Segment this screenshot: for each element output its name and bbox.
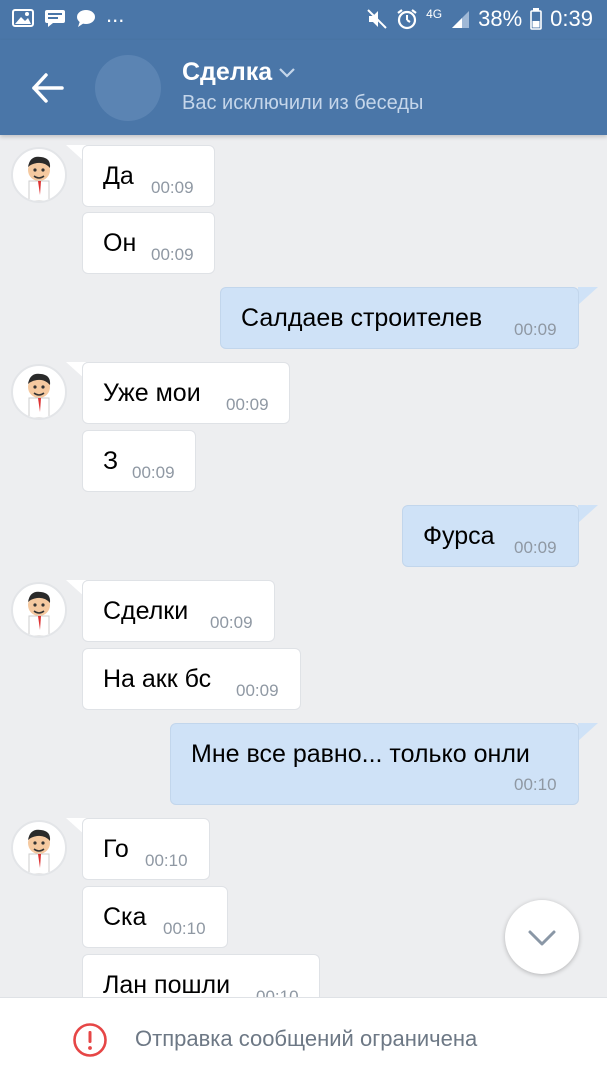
message-bubble[interactable]: Лан пошли 00:10 [82,954,320,997]
message-bubble[interactable]: Уже мои 00:09 [82,362,290,424]
message-bubble[interactable]: Ска 00:10 [82,886,228,948]
chevron-down-icon [528,930,556,946]
message-time: 00:09 [226,395,269,414]
cartoon-person-icon [28,829,51,874]
chat-title-button[interactable]: Сделка [182,58,296,87]
clock: 0:39 [550,6,593,31]
message-time: 00:09 [210,613,253,632]
gallery-icon [12,9,34,27]
message-icon [45,10,65,27]
message-bubble[interactable]: Го 00:10 [82,818,210,880]
sender-avatar[interactable] [11,147,67,203]
message-bubble[interactable]: Фурса 00:09 [402,505,579,567]
message-time: 00:09 [151,178,194,197]
cartoon-person-icon [28,156,51,201]
bubble-tail [578,723,598,741]
status-bar: ... 4G 38% 0:39 [0,0,607,40]
message-text: Мне все равно... только онли [191,740,530,768]
back-arrow-icon [32,73,64,103]
message-text: Ска [103,903,147,931]
battery-percent: 38% [478,6,523,31]
mute-icon [367,9,387,29]
message-text: З [103,447,119,475]
chevron-down-icon [279,67,295,78]
chat-title: Сделка [182,58,273,86]
composer-restricted-bar: Отправка сообщений ограничена [0,997,607,1081]
message-text: Он [103,229,137,257]
message-text: Сделки [103,597,189,625]
restricted-notice: Отправка сообщений ограничена [135,1026,478,1051]
sender-avatar[interactable] [11,820,67,876]
message-time: 00:10 [514,775,557,794]
bubble-tail [578,287,598,305]
message-bubble[interactable]: Мне все равно... только онли 00:10 [170,723,579,805]
message-bubble[interactable]: Салдаев строителев 00:09 [220,287,579,349]
message-bubble[interactable]: З 00:09 [82,430,196,492]
chat-subtitle: Вас исключили из беседы [182,92,424,114]
network-type: 4G [426,7,443,21]
cartoon-person-icon [28,591,51,636]
chat-header: Сделка Вас исключили из беседы [0,40,607,135]
message-text: На акк бс [103,665,212,693]
message-time: 00:10 [145,851,188,870]
sender-avatar[interactable] [11,364,67,420]
message-time: 00:09 [236,681,279,700]
message-text: Фурса [423,522,495,550]
message-bubble[interactable]: Да 00:09 [82,145,215,207]
battery-icon [530,8,542,30]
status-more: ... [106,2,125,27]
sender-avatar[interactable] [11,582,67,638]
message-time: 00:10 [163,919,206,938]
warning-icon [73,1023,107,1057]
message-text: Уже мои [103,379,201,407]
message-bubble[interactable]: На акк бс 00:09 [82,648,301,710]
message-bubble[interactable]: Сделки 00:09 [82,580,275,642]
alarm-icon [397,9,417,30]
chat-bubble-icon [77,10,95,27]
message-time: 00:09 [514,320,557,339]
message-time: 00:09 [514,538,557,557]
message-text: Го [103,835,129,863]
signal-icon [452,11,470,28]
scroll-down-button[interactable] [505,900,579,974]
cartoon-person-icon [28,373,51,418]
message-text: Салдаев строителев [241,304,483,332]
message-list[interactable]: Да 00:09 Он 00:09 Салдаев строителев 00:… [0,135,607,997]
chat-avatar[interactable] [95,55,161,121]
message-time: 00:10 [256,987,299,997]
message-text: Лан пошли [103,971,231,997]
message-time: 00:09 [151,245,194,264]
message-bubble[interactable]: Он 00:09 [82,212,215,274]
message-text: Да [103,162,134,190]
back-button[interactable] [28,70,68,106]
message-time: 00:09 [132,463,175,482]
bubble-tail [578,505,598,523]
